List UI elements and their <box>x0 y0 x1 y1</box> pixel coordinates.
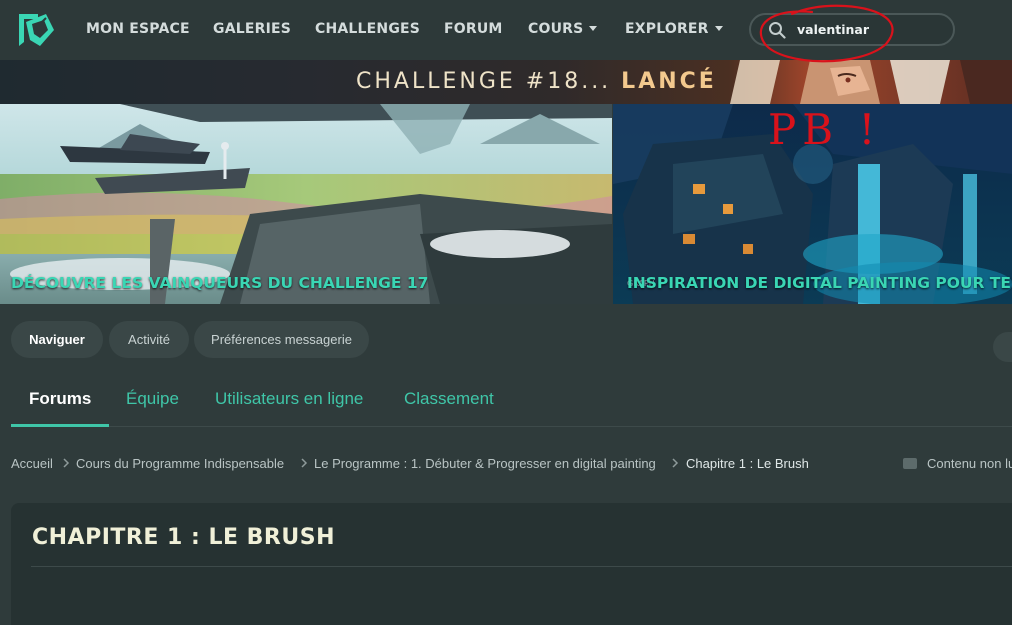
breadcrumb-current[interactable]: Chapitre 1 : Le Brush <box>686 456 809 471</box>
challenge-headline: CHALLENGE #18... LANCÉ <box>356 69 717 94</box>
nav-mon-espace[interactable]: MON ESPACE <box>86 21 190 37</box>
chevron-right-icon <box>672 458 679 468</box>
nav-explorer[interactable]: EXPLORER <box>625 21 723 37</box>
tab-classement[interactable]: Classement <box>404 389 494 409</box>
inbox-icon <box>903 458 917 470</box>
top-navigation: MON ESPACE GALERIES CHALLENGES FORUM COU… <box>0 0 1012 60</box>
nav-cours-label: COURS <box>528 21 584 37</box>
title-divider <box>31 566 1012 567</box>
nav-challenges[interactable]: CHALLENGES <box>315 21 420 37</box>
hero-card-challenge-winners[interactable]: DÉCOUVRE LES VAINQUEURS DU CHALLENGE 17 <box>0 104 612 304</box>
challenge-prefix: CHALLENGE #18... <box>356 69 622 94</box>
tabs-divider <box>11 426 1012 427</box>
tab-forums[interactable]: Forums <box>29 389 91 409</box>
breadcrumb-programme[interactable]: Le Programme : 1. Débuter & Progresser e… <box>314 456 656 471</box>
nav-cours[interactable]: COURS <box>528 21 598 37</box>
unread-content-link[interactable]: Contenu non lu <box>903 456 1012 471</box>
hero-card-title: DÉCOUVRE LES VAINQUEURS DU CHALLENGE 17 <box>11 274 429 292</box>
breadcrumb-accueil[interactable]: Accueil <box>11 456 53 471</box>
nav-explorer-label: EXPLORER <box>625 21 709 37</box>
tab-utilisateurs-en-ligne[interactable]: Utilisateurs en ligne <box>215 389 363 409</box>
breadcrumb-cours[interactable]: Cours du Programme Indispensable <box>76 456 284 471</box>
subnav-preferences-messagerie[interactable]: Préférences messagerie <box>194 321 369 358</box>
challenge-highlight: LANCÉ <box>621 69 717 94</box>
chevron-down-icon <box>714 25 723 31</box>
nav-galeries[interactable]: GALERIES <box>213 21 291 37</box>
page-title: CHAPITRE 1 : LE BRUSH <box>32 525 335 550</box>
chevron-down-icon <box>589 25 598 31</box>
subnav-naviguer[interactable]: Naviguer <box>11 321 103 358</box>
chevron-right-icon <box>301 458 308 468</box>
hero-card-inspiration[interactable]: GRAPH INSPIRATION DE DIGITAL PAINTING PO… <box>613 104 1012 304</box>
challenge-banner[interactable]: CHALLENGE #18... LANCÉ <box>0 60 1012 104</box>
chevron-right-icon <box>63 458 70 468</box>
hero-card-title: INSPIRATION DE DIGITAL PAINTING POUR TES… <box>627 274 1012 292</box>
active-tab-indicator <box>11 424 109 427</box>
tab-equipe[interactable]: Équipe <box>126 389 179 409</box>
overflow-toggle-button[interactable] <box>993 332 1012 362</box>
search-icon[interactable] <box>768 21 786 39</box>
site-logo-icon[interactable] <box>16 10 56 50</box>
forum-panel: CHAPITRE 1 : LE BRUSH <box>11 503 1012 625</box>
nav-forum[interactable]: FORUM <box>444 21 503 37</box>
search-box[interactable] <box>749 13 955 46</box>
banner-illustration <box>730 60 1012 104</box>
search-input[interactable] <box>797 22 937 37</box>
unread-label: Contenu non lu <box>927 456 1012 471</box>
subnav-activite[interactable]: Activité <box>109 321 189 358</box>
